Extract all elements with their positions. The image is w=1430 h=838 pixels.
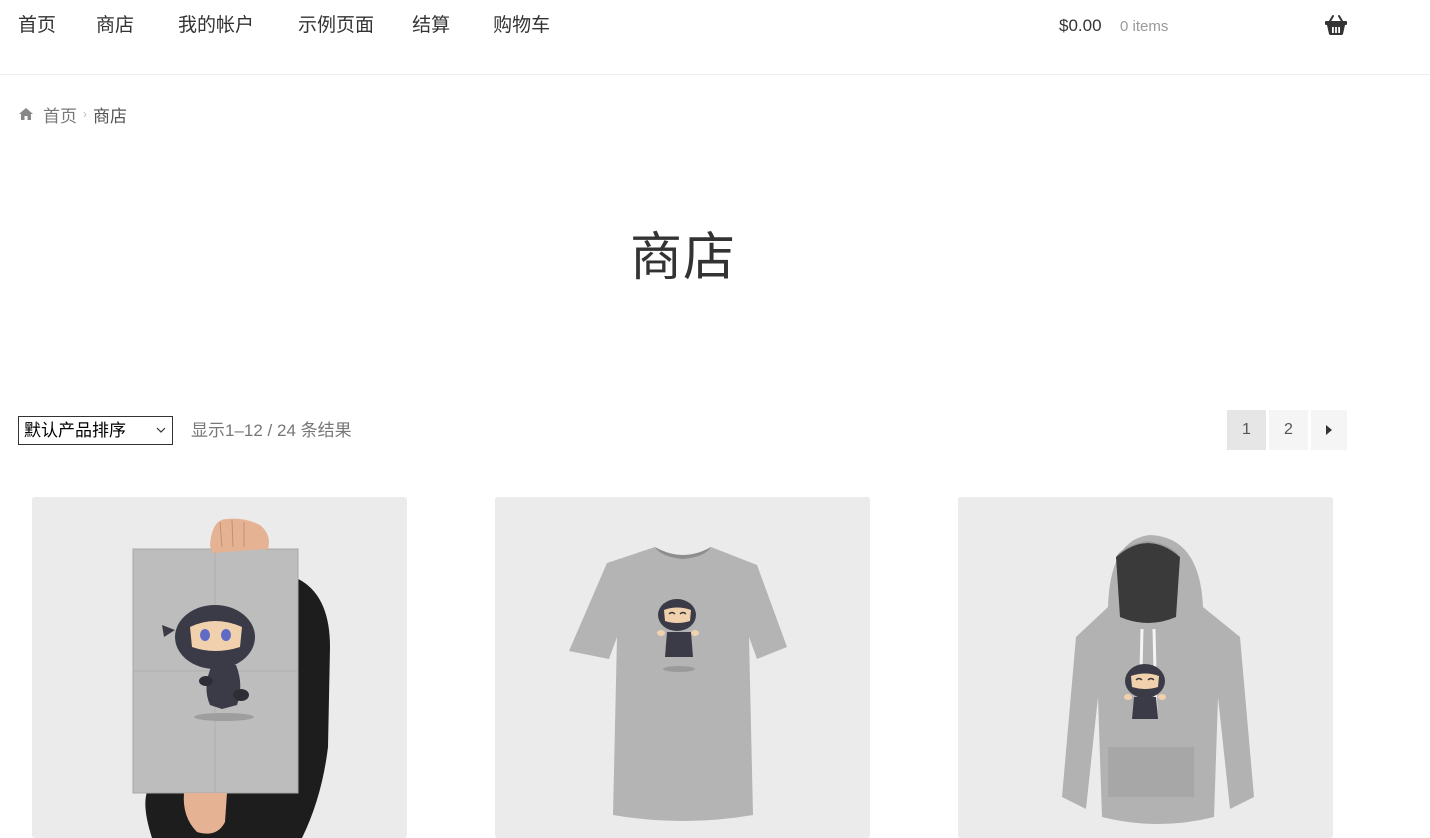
nav-item-checkout[interactable]: 结算 xyxy=(412,12,450,40)
ninja-tshirt-image xyxy=(495,497,870,838)
product-card[interactable] xyxy=(495,497,870,838)
nav-item-sample-page[interactable]: 示例页面 xyxy=(298,12,374,40)
ninja-poster-image xyxy=(32,497,407,838)
nav-item-my-account[interactable]: 我的帐户 xyxy=(178,12,254,40)
breadcrumb-current: 商店 xyxy=(93,106,127,126)
basket-icon[interactable] xyxy=(1324,13,1348,37)
breadcrumb: 首页 › 商店 xyxy=(18,101,127,127)
cart-item-count[interactable]: 0 items xyxy=(1120,16,1168,38)
sort-order-select[interactable]: 默认产品排序 xyxy=(18,416,173,445)
pagination-next-button[interactable] xyxy=(1311,410,1347,450)
chevron-down-icon xyxy=(156,427,166,433)
product-card[interactable] xyxy=(958,497,1333,838)
pagination-page-1: 1 xyxy=(1227,410,1266,450)
page-title: 商店 xyxy=(629,229,736,287)
product-card[interactable] xyxy=(32,497,407,838)
site-header: 首页 商店 我的帐户 示例页面 结算 购物车 $0.00 0 items xyxy=(0,0,1430,75)
pagination-page-2[interactable]: 2 xyxy=(1269,410,1308,450)
result-count: 显示1–12 / 24 条结果 xyxy=(191,421,352,440)
nav-item-cart[interactable]: 购物车 xyxy=(493,12,550,40)
home-icon xyxy=(19,108,33,120)
nav-item-home[interactable]: 首页 xyxy=(18,12,56,40)
breadcrumb-home-link[interactable]: 首页 xyxy=(43,102,77,127)
sort-order-selected: 默认产品排序 xyxy=(24,421,126,440)
pagination: 1 2 xyxy=(1227,410,1347,450)
caret-right-icon xyxy=(1326,425,1332,435)
cart-total[interactable]: $0.00 xyxy=(1059,14,1102,38)
primary-nav: 首页 商店 我的帐户 示例页面 结算 购物车 xyxy=(18,12,590,40)
ninja-hoodie-image xyxy=(958,497,1333,838)
breadcrumb-separator: › xyxy=(83,107,87,121)
nav-item-shop[interactable]: 商店 xyxy=(96,12,134,40)
